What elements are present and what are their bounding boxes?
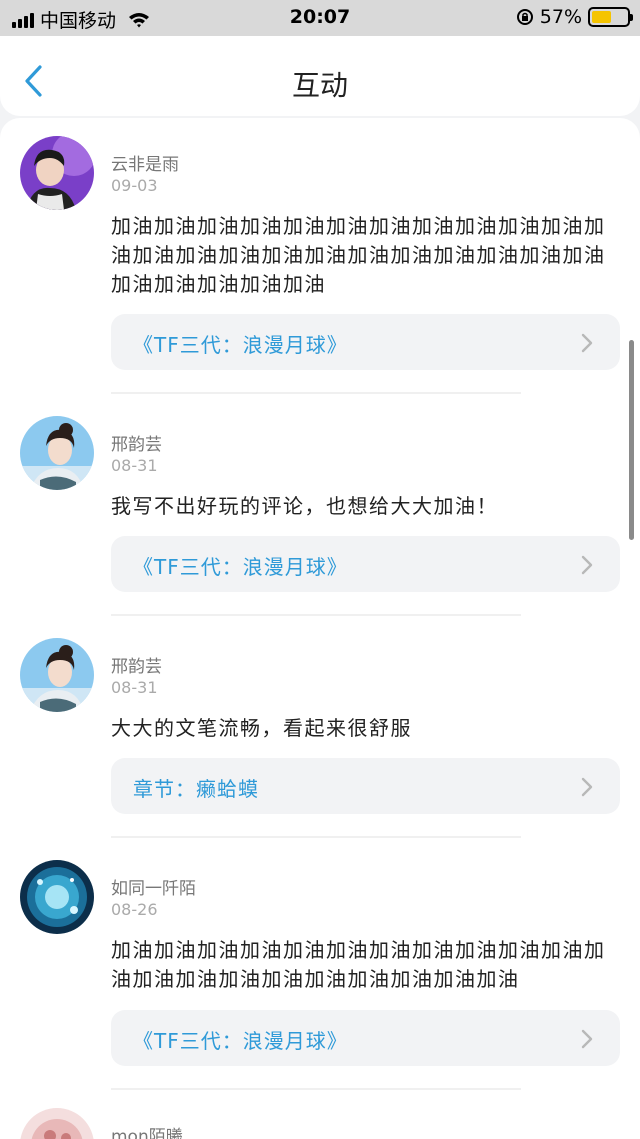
work-link-text: 《TF三代：浪漫月球》 — [133, 333, 348, 357]
work-link-text: 《TF三代：浪漫月球》 — [133, 1029, 348, 1053]
work-link-text: 《TF三代：浪漫月球》 — [133, 555, 348, 579]
comment-feed[interactable]: 云非是雨 09-03 加油加油加油加油加油加油加油加油加油加油加油加油加油加油加… — [0, 118, 640, 1139]
chevron-right-icon — [581, 777, 593, 797]
chapter-link-text: 章节：癞蛤蟆 — [133, 777, 259, 801]
avatar[interactable] — [20, 136, 94, 210]
comment-username: mon陌曦 — [111, 1127, 183, 1139]
comment-username: 云非是雨 — [111, 155, 179, 175]
comment-username: 如同一阡陌 — [111, 879, 196, 899]
avatar[interactable] — [20, 1108, 94, 1139]
work-link-card[interactable]: 《TF三代：浪漫月球》 — [111, 1010, 620, 1066]
chapter-link-card[interactable]: 章节：癞蛤蟆 — [111, 758, 620, 814]
comment-text: 加油加油加油加油加油加油加油加油加油加油加油加油加油加油加油加油加油加油加油加油… — [111, 214, 606, 296]
divider — [111, 1088, 521, 1090]
status-bar: 中国移动 20:07 57% — [0, 0, 640, 36]
divider — [111, 836, 521, 838]
battery-percent: 57% — [539, 6, 582, 28]
divider — [111, 392, 521, 394]
comment-username: 邢韵芸 — [111, 435, 162, 455]
comment-text: 我写不出好玩的评论，也想给大大加油！ — [111, 494, 498, 518]
avatar[interactable] — [20, 860, 94, 934]
rotation-lock-icon — [516, 9, 533, 25]
comment-text: 加油加油加油加油加油加油加油加油加油加油加油加油加油加油加油加油加油加油加油加油… — [111, 938, 606, 991]
chevron-right-icon — [581, 1029, 593, 1049]
work-link-card[interactable]: 《TF三代：浪漫月球》 — [111, 536, 620, 592]
scrollbar[interactable] — [629, 340, 634, 540]
comment-text: 大大的文笔流畅，看起来很舒服 — [111, 716, 412, 740]
comment-date: 09-03 — [111, 176, 158, 195]
status-right: 57% — [516, 6, 633, 28]
comment-date: 08-31 — [111, 678, 158, 697]
comment-username: 邢韵芸 — [111, 657, 162, 677]
comment-date: 08-31 — [111, 456, 158, 475]
chevron-right-icon — [581, 333, 593, 353]
battery-icon — [588, 7, 633, 27]
avatar[interactable] — [20, 638, 94, 712]
page-title: 互动 — [291, 69, 348, 102]
chevron-right-icon — [581, 555, 593, 575]
comment-date: 08-26 — [111, 900, 158, 919]
divider — [111, 614, 521, 616]
battery-fill — [592, 11, 612, 23]
avatar[interactable] — [20, 416, 94, 490]
nav-bar: 互动 — [0, 36, 640, 116]
work-link-card[interactable]: 《TF三代：浪漫月球》 — [111, 314, 620, 370]
